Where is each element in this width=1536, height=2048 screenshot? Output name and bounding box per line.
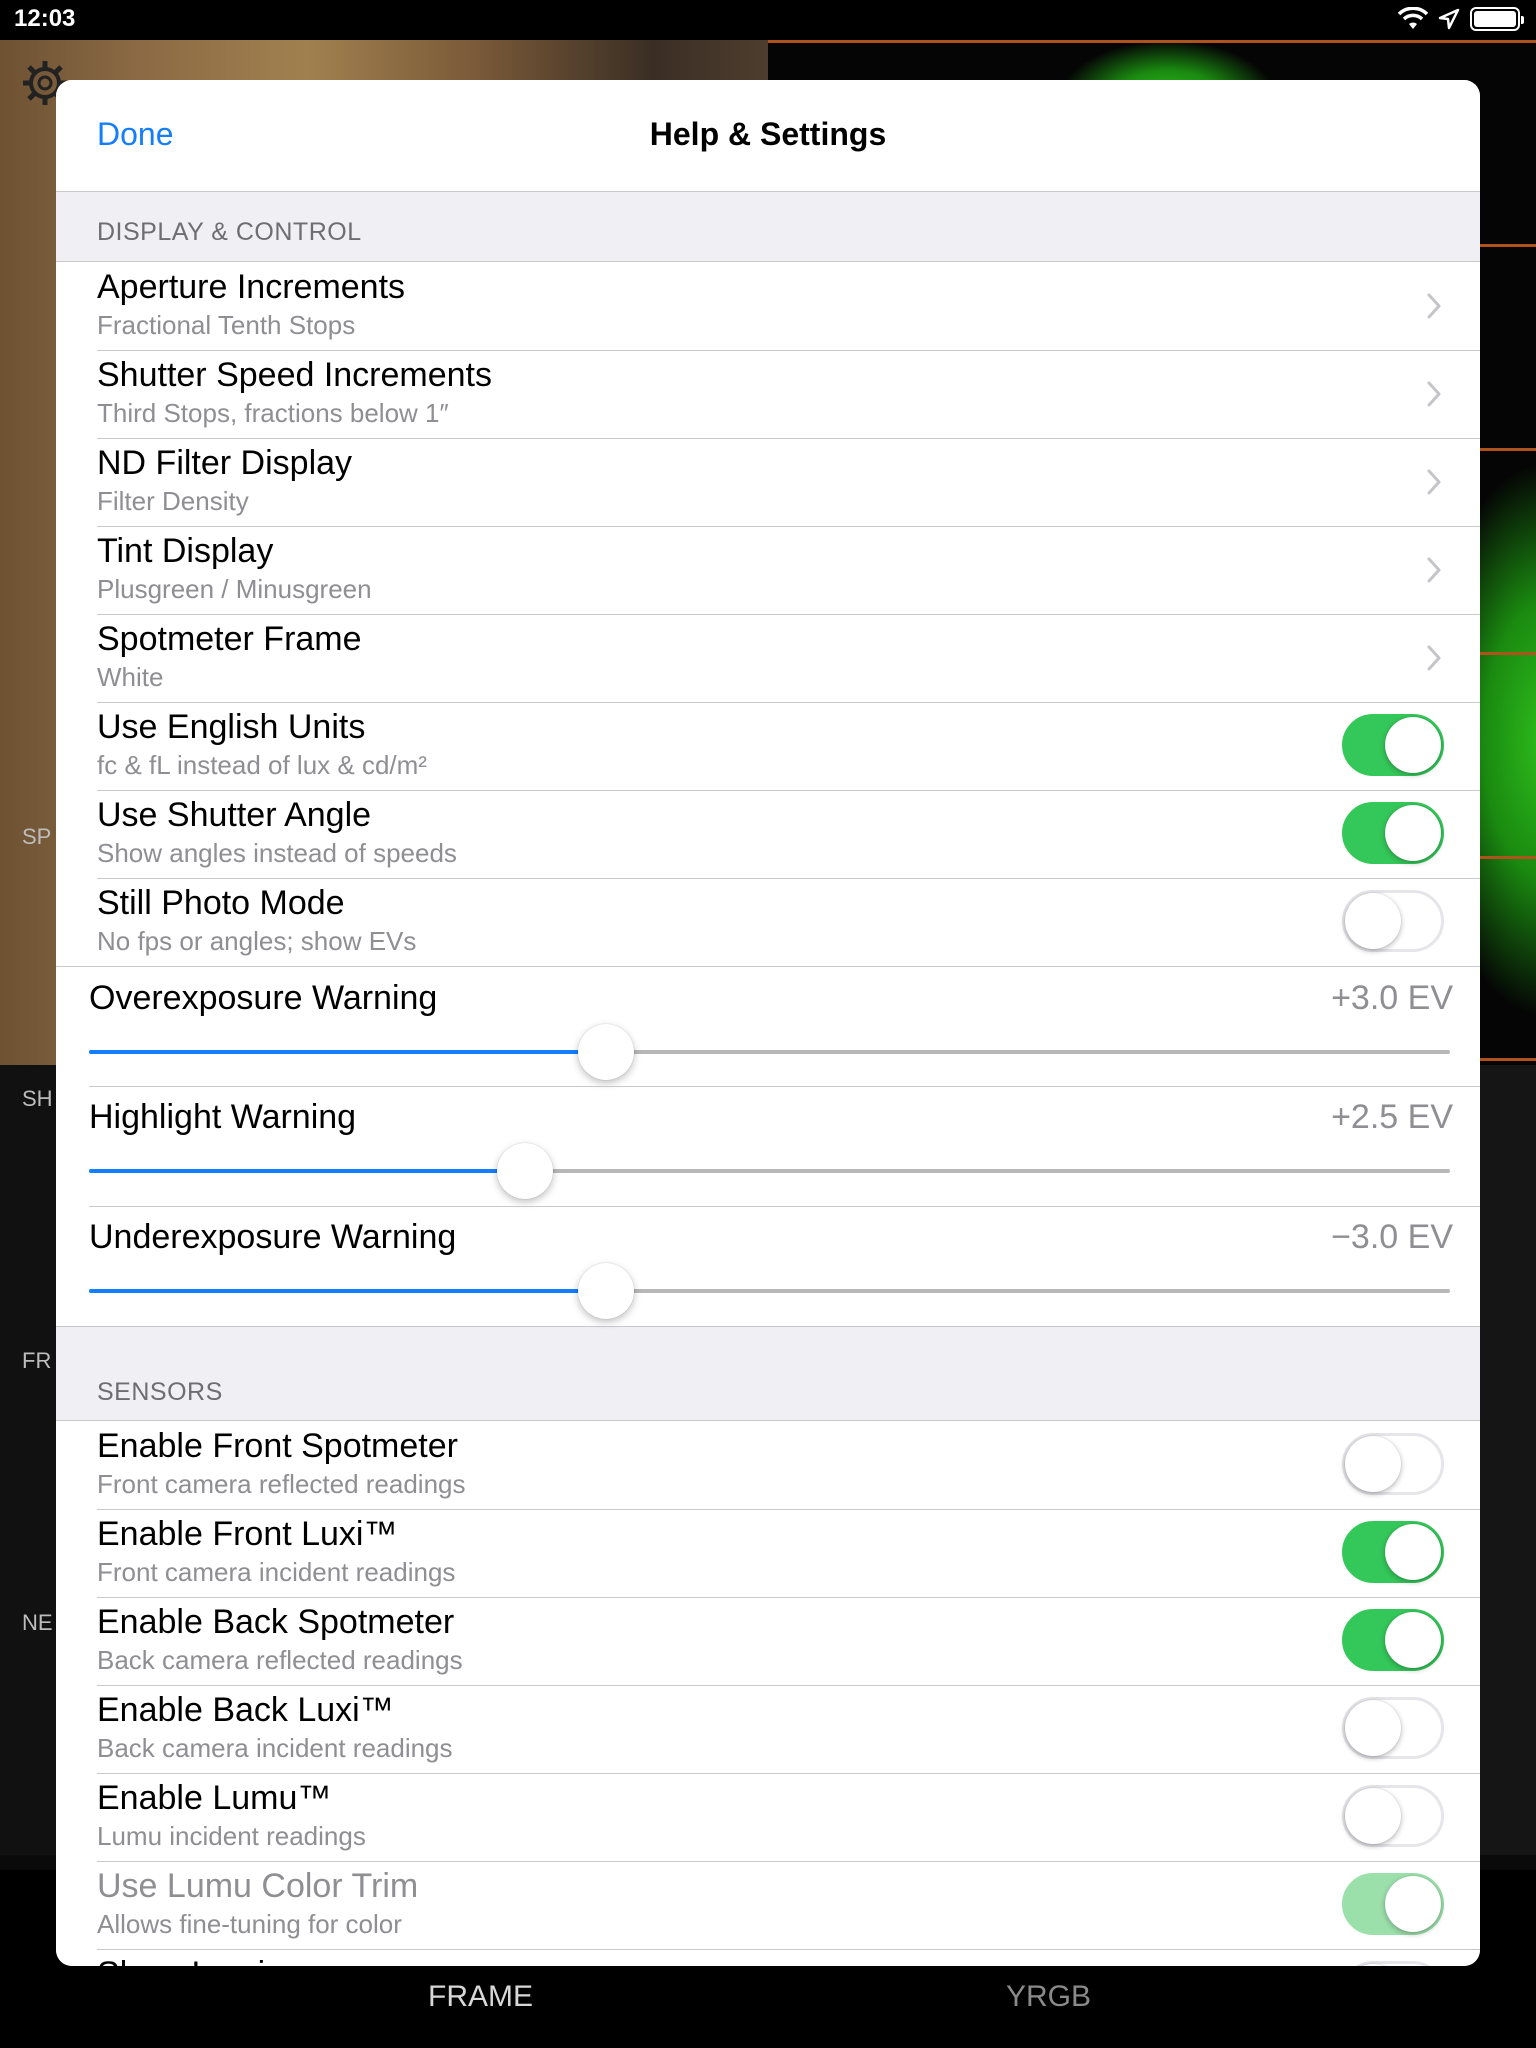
- row-title: Enable Front Spotmeter: [97, 1427, 458, 1465]
- lumu-color-trim-toggle[interactable]: [1342, 1873, 1444, 1935]
- chevron-right-icon: [1427, 645, 1441, 671]
- wifi-icon: [1398, 7, 1428, 29]
- row-title: Enable Back Spotmeter: [97, 1603, 455, 1641]
- row-show-luminance: Show Luminance: [56, 1949, 1480, 1966]
- row-subtitle: Lumu incident readings: [97, 1821, 366, 1851]
- front-luxi-toggle[interactable]: [1342, 1521, 1444, 1583]
- row-title: Show Luminance: [97, 1955, 358, 1966]
- modal-nav-bar: Done Help & Settings: [56, 80, 1480, 192]
- row-title: Tint Display: [97, 532, 274, 570]
- show-luminance-toggle[interactable]: [1342, 1961, 1444, 1966]
- slider-title: Highlight Warning: [89, 1098, 357, 1136]
- chevron-right-icon: [1427, 557, 1441, 583]
- bg-label-sp: SP: [22, 824, 52, 849]
- slider-fill: [89, 1289, 607, 1293]
- row-subtitle: Fractional Tenth Stops: [97, 310, 356, 340]
- row-title: Use English Units: [97, 708, 366, 746]
- slider-thumb[interactable]: [496, 1143, 553, 1199]
- overexposure-slider[interactable]: [89, 1024, 1450, 1080]
- row-enable-back-luxi: Enable Back Luxi™ Back camera incident r…: [56, 1685, 1480, 1773]
- section-header-sensors: SENSORS: [97, 1378, 223, 1406]
- row-use-shutter-angle: Use Shutter Angle Show angles instead of…: [56, 790, 1480, 878]
- bg-label-sh: SH: [22, 1086, 53, 1111]
- back-spotmeter-toggle[interactable]: [1342, 1609, 1444, 1671]
- row-subtitle: White: [97, 662, 164, 692]
- row-shutter-speed-increments[interactable]: Shutter Speed Increments Third Stops, fr…: [56, 350, 1480, 438]
- slider-thumb[interactable]: [578, 1024, 635, 1080]
- display-control-group: Aperture Increments Fractional Tenth Sto…: [56, 261, 1480, 1327]
- underexposure-slider[interactable]: [89, 1263, 1450, 1319]
- row-title: Spotmeter Frame: [97, 620, 362, 658]
- row-enable-lumu: Enable Lumu™ Lumu incident readings: [56, 1773, 1480, 1861]
- status-time: 12:03: [14, 5, 76, 32]
- row-overexposure-warning: Overexposure Warning +3.0 EV: [56, 966, 1480, 1086]
- bg-label-fr: FR: [22, 1348, 52, 1373]
- row-title: Enable Lumu™: [97, 1779, 332, 1817]
- battery-icon: [1470, 7, 1524, 31]
- row-title: Enable Front Luxi™: [97, 1515, 398, 1553]
- tab-yrgb[interactable]: YRGB: [1006, 1980, 1091, 2014]
- row-aperture-increments[interactable]: Aperture Increments Fractional Tenth Sto…: [56, 262, 1480, 350]
- slider-title: Overexposure Warning: [89, 979, 438, 1017]
- row-subtitle: Show angles instead of speeds: [97, 838, 457, 868]
- slider-value: +3.0 EV: [1331, 979, 1453, 1017]
- row-enable-front-spotmeter: Enable Front Spotmeter Front camera refl…: [56, 1421, 1480, 1509]
- sensors-group: Enable Front Spotmeter Front camera refl…: [56, 1420, 1480, 1966]
- row-title: ND Filter Display: [97, 444, 353, 482]
- slider-value: −3.0 EV: [1331, 1218, 1453, 1256]
- tab-frame[interactable]: FRAME: [428, 1980, 533, 2014]
- slider-fill: [89, 1169, 525, 1173]
- back-luxi-toggle[interactable]: [1342, 1697, 1444, 1759]
- row-enable-front-luxi: Enable Front Luxi™ Front camera incident…: [56, 1509, 1480, 1597]
- row-subtitle: Back camera incident readings: [97, 1733, 453, 1763]
- row-use-english-units: Use English Units fc & fL instead of lux…: [56, 702, 1480, 790]
- chevron-right-icon: [1427, 469, 1441, 495]
- row-subtitle: Filter Density: [97, 486, 249, 516]
- row-use-lumu-color-trim: Use Lumu Color Trim Allows fine-tuning f…: [56, 1861, 1480, 1949]
- row-subtitle: Front camera incident readings: [97, 1557, 456, 1587]
- bg-label-ne: NE: [22, 1610, 53, 1635]
- row-title: Still Photo Mode: [97, 884, 345, 922]
- row-nd-filter-display[interactable]: ND Filter Display Filter Density: [56, 438, 1480, 526]
- row-highlight-warning: Highlight Warning +2.5 EV: [56, 1086, 1480, 1206]
- slider-title: Underexposure Warning: [89, 1218, 457, 1256]
- row-title: Use Shutter Angle: [97, 796, 372, 834]
- row-subtitle: Plusgreen / Minusgreen: [97, 574, 372, 604]
- row-subtitle: Front camera reflected readings: [97, 1469, 466, 1499]
- status-icons: [1398, 7, 1524, 31]
- row-underexposure-warning: Underexposure Warning −3.0 EV: [56, 1206, 1480, 1326]
- row-title: Enable Back Luxi™: [97, 1691, 394, 1729]
- row-still-photo-mode: Still Photo Mode No fps or angles; show …: [56, 878, 1480, 966]
- row-title: Aperture Increments: [97, 268, 406, 306]
- section-header-display-control: DISPLAY & CONTROL: [97, 218, 362, 246]
- settings-modal: Done Help & Settings DISPLAY & CONTROL A…: [56, 80, 1480, 1966]
- slider-value: +2.5 EV: [1331, 1098, 1453, 1136]
- still-photo-mode-toggle[interactable]: [1342, 890, 1444, 952]
- row-subtitle: Allows fine-tuning for color: [97, 1909, 402, 1939]
- modal-title: Help & Settings: [649, 116, 887, 152]
- row-tint-display[interactable]: Tint Display Plusgreen / Minusgreen: [56, 526, 1480, 614]
- front-spotmeter-toggle[interactable]: [1342, 1433, 1444, 1495]
- english-units-toggle[interactable]: [1342, 714, 1444, 776]
- chevron-right-icon: [1427, 293, 1441, 319]
- shutter-angle-toggle[interactable]: [1342, 802, 1444, 864]
- lumu-toggle[interactable]: [1342, 1785, 1444, 1847]
- slider-thumb[interactable]: [578, 1263, 635, 1319]
- row-subtitle: No fps or angles; show EVs: [97, 926, 417, 956]
- row-subtitle: fc & fL instead of lux & cd/m²: [97, 750, 427, 780]
- row-title: Shutter Speed Increments: [97, 356, 493, 394]
- row-subtitle: Back camera reflected readings: [97, 1645, 463, 1675]
- location-arrow-icon: [1438, 8, 1460, 30]
- status-bar: 12:03: [0, 0, 1536, 40]
- row-enable-back-spotmeter: Enable Back Spotmeter Back camera reflec…: [56, 1597, 1480, 1685]
- row-subtitle: Third Stops, fractions below 1″: [97, 398, 449, 428]
- row-title: Use Lumu Color Trim: [97, 1867, 419, 1905]
- slider-fill: [89, 1050, 607, 1054]
- row-spotmeter-frame[interactable]: Spotmeter Frame White: [56, 614, 1480, 702]
- chevron-right-icon: [1427, 381, 1441, 407]
- highlight-slider[interactable]: [89, 1143, 1450, 1199]
